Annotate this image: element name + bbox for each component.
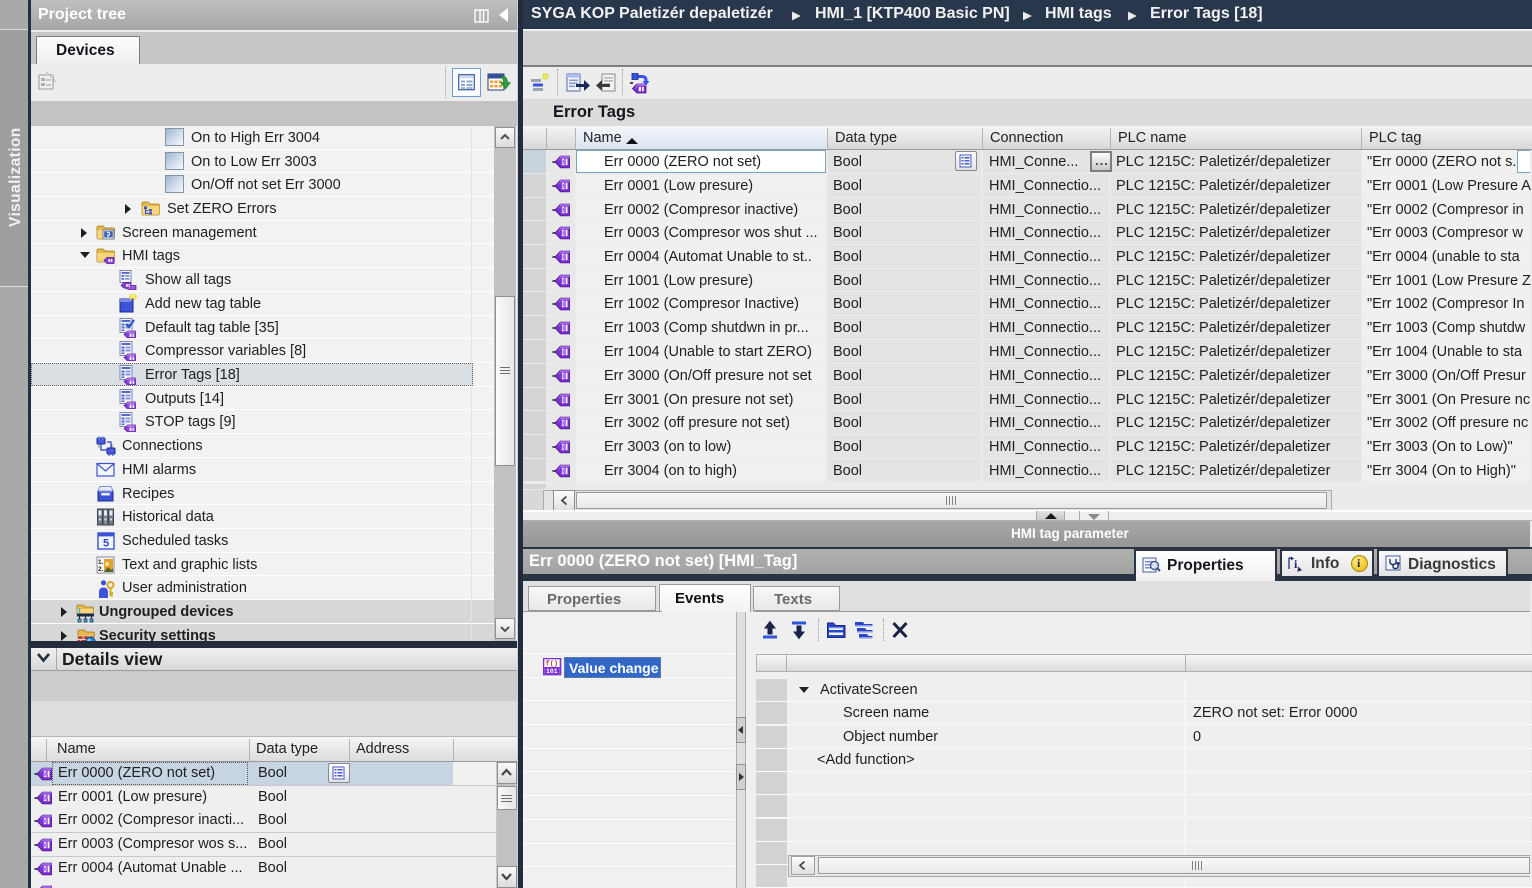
svg-text:i: i bbox=[1294, 557, 1298, 571]
svg-text:2.: 2. bbox=[98, 566, 104, 573]
svg-text:101: 101 bbox=[546, 668, 558, 675]
svg-text:5: 5 bbox=[103, 538, 109, 550]
svg-text:1.: 1. bbox=[98, 559, 104, 566]
